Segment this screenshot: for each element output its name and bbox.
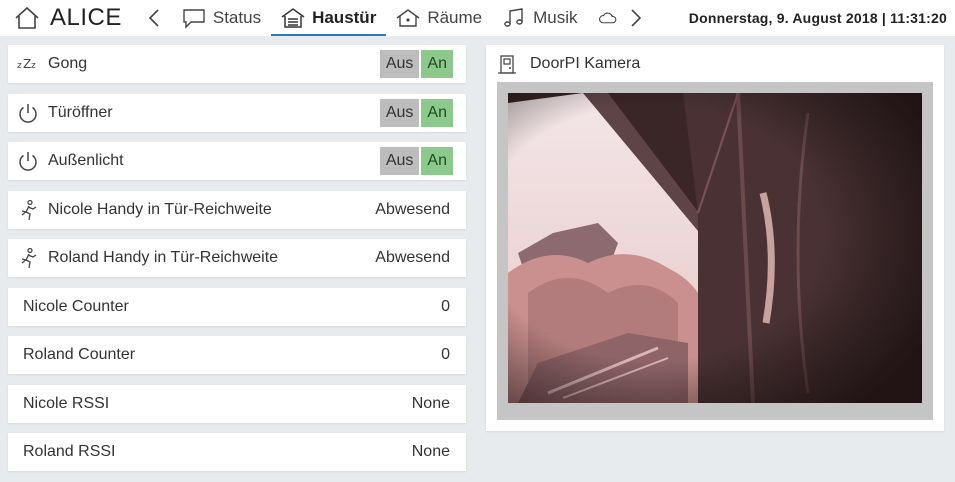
tueroeffner-off-button[interactable]: Aus (379, 98, 420, 127)
running-person-icon (21, 247, 37, 269)
music-notes-icon (504, 8, 523, 27)
row-label: Nicole Counter (23, 297, 129, 315)
datetime-display: Donnerstag, 9. August 2018 | 11:31:20 (688, 10, 947, 26)
presence-status: Abwesend (375, 200, 450, 218)
row-roland-rssi: Roland RSSI None (8, 433, 466, 471)
row-nicole-counter: Nicole Counter 0 (8, 287, 466, 326)
app-title: ALICE (50, 4, 122, 31)
camera-header: DoorPI Kamera (486, 45, 944, 83)
tab-raeume-label: Räume (427, 8, 483, 27)
row-label: Gong (48, 55, 88, 72)
row-label: Nicole Handy in Tür-Reichweite (48, 200, 272, 218)
garage-house-icon (281, 8, 305, 28)
sleep-zzz-icon: z Z z (17, 57, 36, 71)
gong-on-button[interactable]: An (421, 50, 453, 78)
row-label: Roland RSSI (23, 443, 116, 460)
device-list: z Z z Gong Aus An Türöffner Aus An Außen… (8, 45, 466, 482)
cloud-icon (598, 12, 616, 24)
tab-musik[interactable]: Musik (492, 0, 587, 36)
aussenlicht-off-button[interactable]: Aus (379, 147, 420, 175)
row-tueroeffner: Türöffner Aus An (8, 93, 466, 132)
aussenlicht-on-button[interactable]: An (421, 147, 453, 175)
camera-snapshot (508, 93, 922, 403)
row-label: Roland Handy in Tür-Reichweite (48, 249, 279, 266)
row-roland-counter: Roland Counter 0 (8, 336, 466, 374)
running-person-icon (21, 199, 37, 220)
tab-status-label: Status (212, 8, 262, 27)
row-nicole-rssi: Nicole RSSI None (8, 384, 466, 423)
svg-text:z: z (17, 61, 22, 71)
nav-next-button[interactable] (624, 0, 648, 36)
rssi-value: None (411, 394, 450, 412)
nav-prev-button[interactable] (142, 0, 166, 36)
row-aussenlicht: Außenlicht Aus An (8, 142, 466, 180)
tab-bar: Status Haustür Räume Musik (172, 0, 624, 36)
svg-text:z: z (31, 61, 36, 71)
tab-musik-label: Musik (533, 8, 578, 27)
tab-raeume[interactable]: Räume (386, 0, 492, 36)
gong-off-button[interactable]: Aus (379, 50, 420, 78)
row-label: Roland Counter (23, 346, 136, 363)
camera-card: DoorPI Kamera (486, 45, 944, 431)
chevron-left-icon (148, 9, 159, 27)
row-nicole-handy: Nicole Handy in Tür-Reichweite Abwesend (8, 190, 466, 229)
top-bar: ALICE Status Haustür Räume Musik Donners… (0, 0, 955, 36)
counter-value: 0 (441, 297, 450, 315)
chevron-right-icon (630, 9, 641, 27)
row-gong: z Z z Gong Aus An (8, 45, 466, 83)
presence-status: Abwesend (375, 249, 450, 266)
tab-haustuer[interactable]: Haustür (271, 0, 387, 36)
svg-text:Z: Z (23, 57, 31, 71)
row-label: Türöffner (48, 103, 113, 121)
row-label: Nicole RSSI (23, 394, 110, 412)
tab-haustuer-label: Haustür (312, 8, 377, 27)
tab-wetter[interactable] (588, 0, 624, 36)
house-icon (396, 9, 420, 27)
camera-title: DoorPI Kamera (530, 55, 641, 72)
row-roland-handy: Roland Handy in Tür-Reichweite Abwesend (8, 239, 466, 277)
gong-switch: Aus An (379, 50, 453, 78)
row-label: Außenlicht (48, 152, 124, 169)
camera-frame (497, 82, 933, 420)
power-icon (19, 103, 37, 123)
counter-value: 0 (441, 346, 450, 363)
power-icon (19, 152, 37, 171)
chat-bubble-icon (183, 9, 205, 29)
tueroeffner-switch: Aus An (379, 98, 453, 127)
home-button[interactable] (0, 0, 40, 36)
camera-door-icon (498, 55, 516, 74)
rssi-value: None (411, 443, 450, 460)
aussenlicht-switch: Aus An (379, 147, 453, 175)
tab-status[interactable]: Status (172, 0, 271, 36)
tueroeffner-on-button[interactable]: An (421, 98, 453, 127)
camera-image[interactable] (508, 93, 922, 403)
home-icon (15, 6, 39, 29)
